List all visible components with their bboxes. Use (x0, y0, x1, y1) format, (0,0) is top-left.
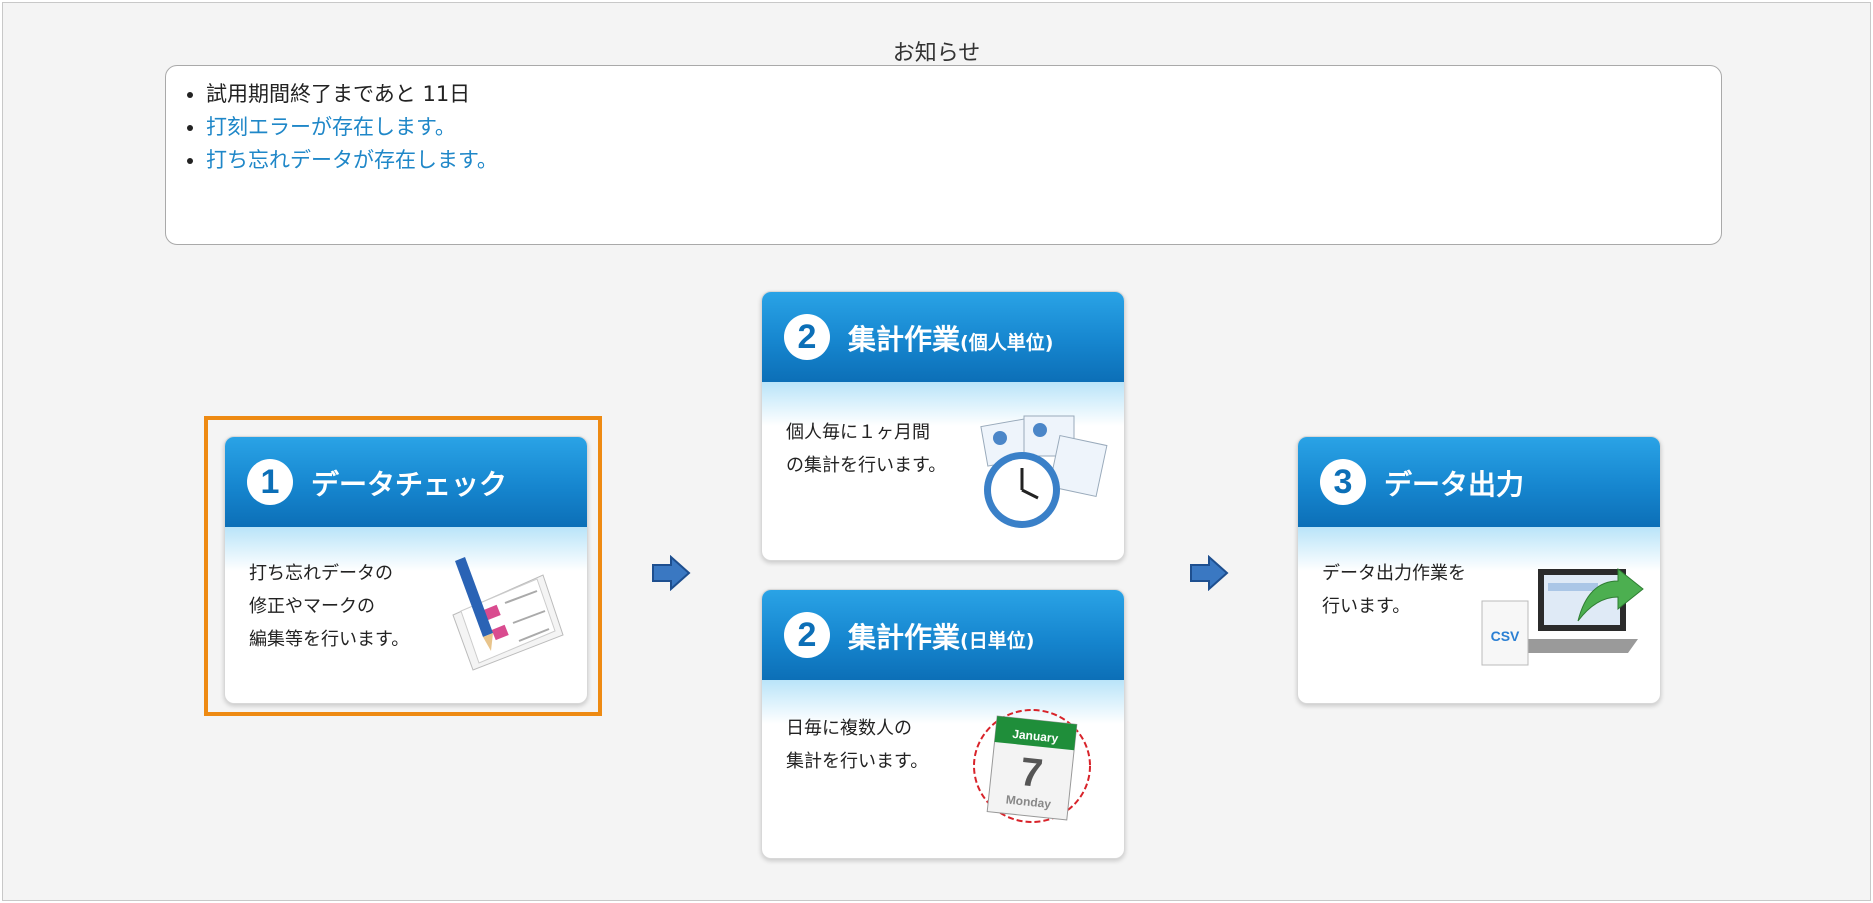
title-sub: (日単位) (960, 630, 1035, 652)
personal-aggregation-card[interactable]: 2 集計作業(個人単位) 個人毎に１ヶ月間 の集計を行います。 (761, 291, 1125, 561)
selected-step-highlight (204, 416, 602, 716)
main-panel: お知らせ 試用期間終了まであと 11日 打刻エラーが存在します。 打ち忘れデータ… (2, 2, 1871, 901)
daily-aggregation-description: 日毎に複数人の 集計を行います。 (786, 718, 929, 772)
notice-list: 試用期間終了まであと 11日 打刻エラーが存在します。 打ち忘れデータが存在しま… (166, 78, 1721, 177)
personal-aggregation-title: 集計作業(個人単位) (848, 318, 1053, 358)
notice-box: 試用期間終了まであと 11日 打刻エラーが存在します。 打ち忘れデータが存在しま… (165, 65, 1722, 245)
personal-aggregation-description: 個人毎に１ヶ月間 の集計を行います。 (786, 422, 947, 476)
daily-aggregation-title: 集計作業(日単位) (848, 616, 1034, 656)
notice-title: お知らせ (892, 41, 981, 66)
step-number-badge: 3 (1320, 459, 1366, 505)
notice-item-stamp-error[interactable]: 打刻エラーが存在します。 (206, 111, 1721, 144)
csv-label: CSV (1491, 628, 1520, 644)
arrow-right-icon (652, 555, 691, 591)
clock-cards-icon (980, 415, 1108, 528)
step-number-badge: 2 (784, 612, 830, 658)
calendar-day: 7 (1018, 750, 1045, 796)
notice-item-trial: 試用期間終了まであと 11日 (206, 78, 1721, 111)
step-number-badge: 2 (784, 314, 830, 360)
title-main: 集計作業 (848, 323, 961, 356)
arrow-right-icon (1190, 555, 1229, 591)
calendar-icon: January 7 Monday (973, 709, 1091, 823)
stamp-error-link[interactable]: 打刻エラーが存在します。 (206, 115, 456, 139)
data-output-title: データ出力 (1384, 468, 1525, 501)
data-output-description: データ出力作業を 行います。 (1322, 563, 1466, 617)
title-main: 集計作業 (848, 621, 961, 654)
data-output-card[interactable]: 3 データ出力 データ出力作業を 行います。 CSV (1297, 436, 1661, 704)
laptop-export-icon: CSV (1481, 567, 1644, 666)
missing-data-link[interactable]: 打ち忘れデータが存在します。 (206, 148, 498, 172)
title-sub: (個人単位) (960, 332, 1054, 354)
notice-item-missing-data[interactable]: 打ち忘れデータが存在します。 (206, 144, 1721, 177)
daily-aggregation-card[interactable]: 2 集計作業(日単位) 日毎に複数人の 集計を行います。 January 7 M… (761, 589, 1125, 859)
